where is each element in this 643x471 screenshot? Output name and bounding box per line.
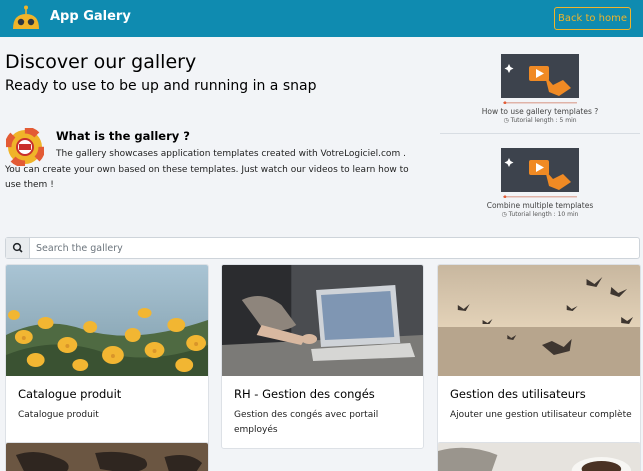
template-card-catalogue[interactable]: Catalogue produit Catalogue produit [5,264,209,449]
coffee-image [438,443,640,471]
video-title: How to use gallery templates ? [481,107,599,116]
laptop-meeting-image [222,265,423,376]
what-is-gallery-description: The gallery showcases application templa… [5,149,409,190]
seagulls-image [438,265,640,376]
card-title: Catalogue produit [18,387,122,401]
template-card[interactable] [5,442,209,471]
world-map-image [6,443,208,471]
video-title: Combine multiple templates [486,201,594,210]
video-length: ◷ Tutorial length : 5 min [503,117,577,124]
video-tutorial-2[interactable]: Combine multiple templates ◷ Tutorial le… [440,148,640,218]
search-icon [12,242,23,253]
video-thumbnail-icon[interactable] [501,148,579,198]
video-tutorial-1[interactable]: How to use gallery templates ? ◷ Tutoria… [440,54,640,134]
what-is-gallery-heading: What is the gallery ? [56,129,190,143]
page-title: Discover our gallery [5,51,197,73]
card-title: RH - Gestion des congés [234,387,375,401]
video-length: ◷ Tutorial length : 10 min [501,211,579,218]
card-title: Gestion des utilisateurs [450,387,586,401]
template-card[interactable] [437,442,641,471]
flowers-image [6,265,208,376]
robot-logo-icon[interactable] [11,5,41,33]
app-title: App Galery [50,9,131,24]
video-thumbnail-icon[interactable] [501,54,579,104]
template-card-utilisateurs[interactable]: Gestion des utilisateurs Ajouter une ges… [437,264,641,449]
card-description: Ajouter une gestion utilisateur complète [450,410,632,420]
top-navbar: App Galery Back to home [0,0,643,37]
search-button[interactable] [6,238,30,258]
gallery-search [5,237,640,259]
template-card-rh-conges[interactable]: RH - Gestion des congés Gestion des cong… [221,264,424,449]
clock-icon: ◷ [501,211,509,218]
clock-icon: ◷ [503,117,511,124]
page-subtitle: Ready to use to be up and running in a s… [5,78,317,94]
search-input[interactable] [36,240,636,256]
back-to-home-button[interactable]: Back to home [554,7,631,30]
card-description: Gestion des congés avec portail employés [234,410,379,435]
card-description: Catalogue produit [18,410,99,420]
